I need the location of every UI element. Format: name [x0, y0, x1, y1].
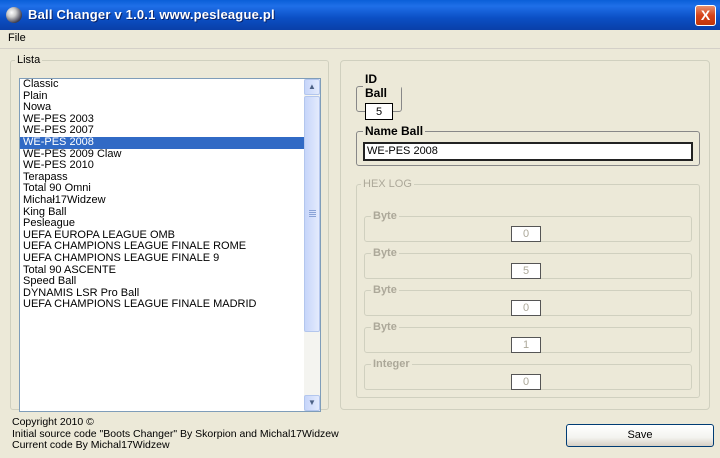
- hex-row-label: Byte: [373, 210, 397, 222]
- list-item[interactable]: UEFA CHAMPIONS LEAGUE FINALE 9: [20, 252, 305, 265]
- hex-row-value: 5: [511, 263, 541, 279]
- ball-listbox[interactable]: Classic Plain Nowa WE-PES 2003 WE-PES 2007 WE…: [19, 78, 321, 412]
- hex-log-group: HEX LOG Byte 0 Byte 5 Byte 0 Byte 1 Inte…: [356, 178, 700, 398]
- lista-legend: Lista: [17, 54, 41, 66]
- id-ball-group: ID Ball 5: [356, 72, 402, 120]
- hex-row-value: 0: [511, 374, 541, 390]
- title-bar[interactable]: Ball Changer v 1.0.1 www.pesleague.pl X: [0, 0, 720, 30]
- vertical-scrollbar[interactable]: ▲ ▼: [304, 79, 320, 411]
- hex-row-label: Byte: [373, 284, 397, 296]
- name-ball-input[interactable]: WE-PES 2008: [363, 142, 693, 161]
- copyright-text: Copyright 2010 ©: [12, 416, 94, 428]
- hex-row-label: Integer: [373, 358, 410, 370]
- id-ball-legend: ID Ball: [365, 72, 388, 100]
- hex-row-byte-2: Byte 5: [364, 247, 692, 279]
- hex-row-label: Byte: [373, 321, 397, 333]
- hex-row-value: 1: [511, 337, 541, 353]
- list-items: Classic Plain Nowa WE-PES 2003 WE-PES 2007 WE…: [20, 79, 305, 311]
- menu-file[interactable]: File: [8, 32, 26, 44]
- list-item[interactable]: WE-PES 2008: [20, 136, 305, 149]
- list-item[interactable]: UEFA CHAMPIONS LEAGUE FINALE MADRID: [20, 299, 305, 311]
- name-ball-group: Name Ball WE-PES 2008: [356, 124, 700, 166]
- list-item[interactable]: Pesleague: [20, 218, 305, 230]
- hex-row-byte-4: Byte 1: [364, 321, 692, 353]
- hex-row-label: Byte: [373, 247, 397, 259]
- name-ball-legend: Name Ball: [365, 124, 424, 138]
- hex-row-integer: Integer 0: [364, 358, 692, 390]
- ball-icon: [6, 7, 22, 23]
- credits-current: Current code By Michal17Widzew: [12, 439, 170, 451]
- window-title: Ball Changer v 1.0.1 www.pesleague.pl: [28, 7, 275, 22]
- scroll-up-button[interactable]: ▲: [304, 79, 320, 95]
- hex-row-value: 0: [511, 300, 541, 316]
- scroll-down-button[interactable]: ▼: [304, 395, 320, 411]
- id-ball-field[interactable]: 5: [365, 103, 393, 120]
- scroll-thumb[interactable]: [304, 96, 320, 332]
- list-item[interactable]: Classic: [20, 79, 305, 91]
- list-item[interactable]: WE-PES 2010: [20, 160, 305, 172]
- list-item[interactable]: Michał17Widzew: [20, 194, 305, 207]
- save-button[interactable]: Save: [566, 424, 714, 447]
- close-button[interactable]: X: [695, 5, 716, 26]
- list-item[interactable]: Speed Ball: [20, 275, 305, 288]
- hex-log-legend: HEX LOG: [363, 178, 412, 190]
- hex-row-byte-3: Byte 0: [364, 284, 692, 316]
- list-item[interactable]: Plain: [20, 90, 305, 103]
- hex-row-byte-1: Byte 0: [364, 210, 692, 242]
- lista-group: Lista Classic Plain Nowa WE-PES 2003 WE-PES …: [10, 54, 329, 412]
- menu-bar: File: [0, 30, 720, 49]
- footer-credits: Copyright 2010 © Initial source code "Bo…: [12, 416, 339, 452]
- hex-row-value: 0: [511, 226, 541, 242]
